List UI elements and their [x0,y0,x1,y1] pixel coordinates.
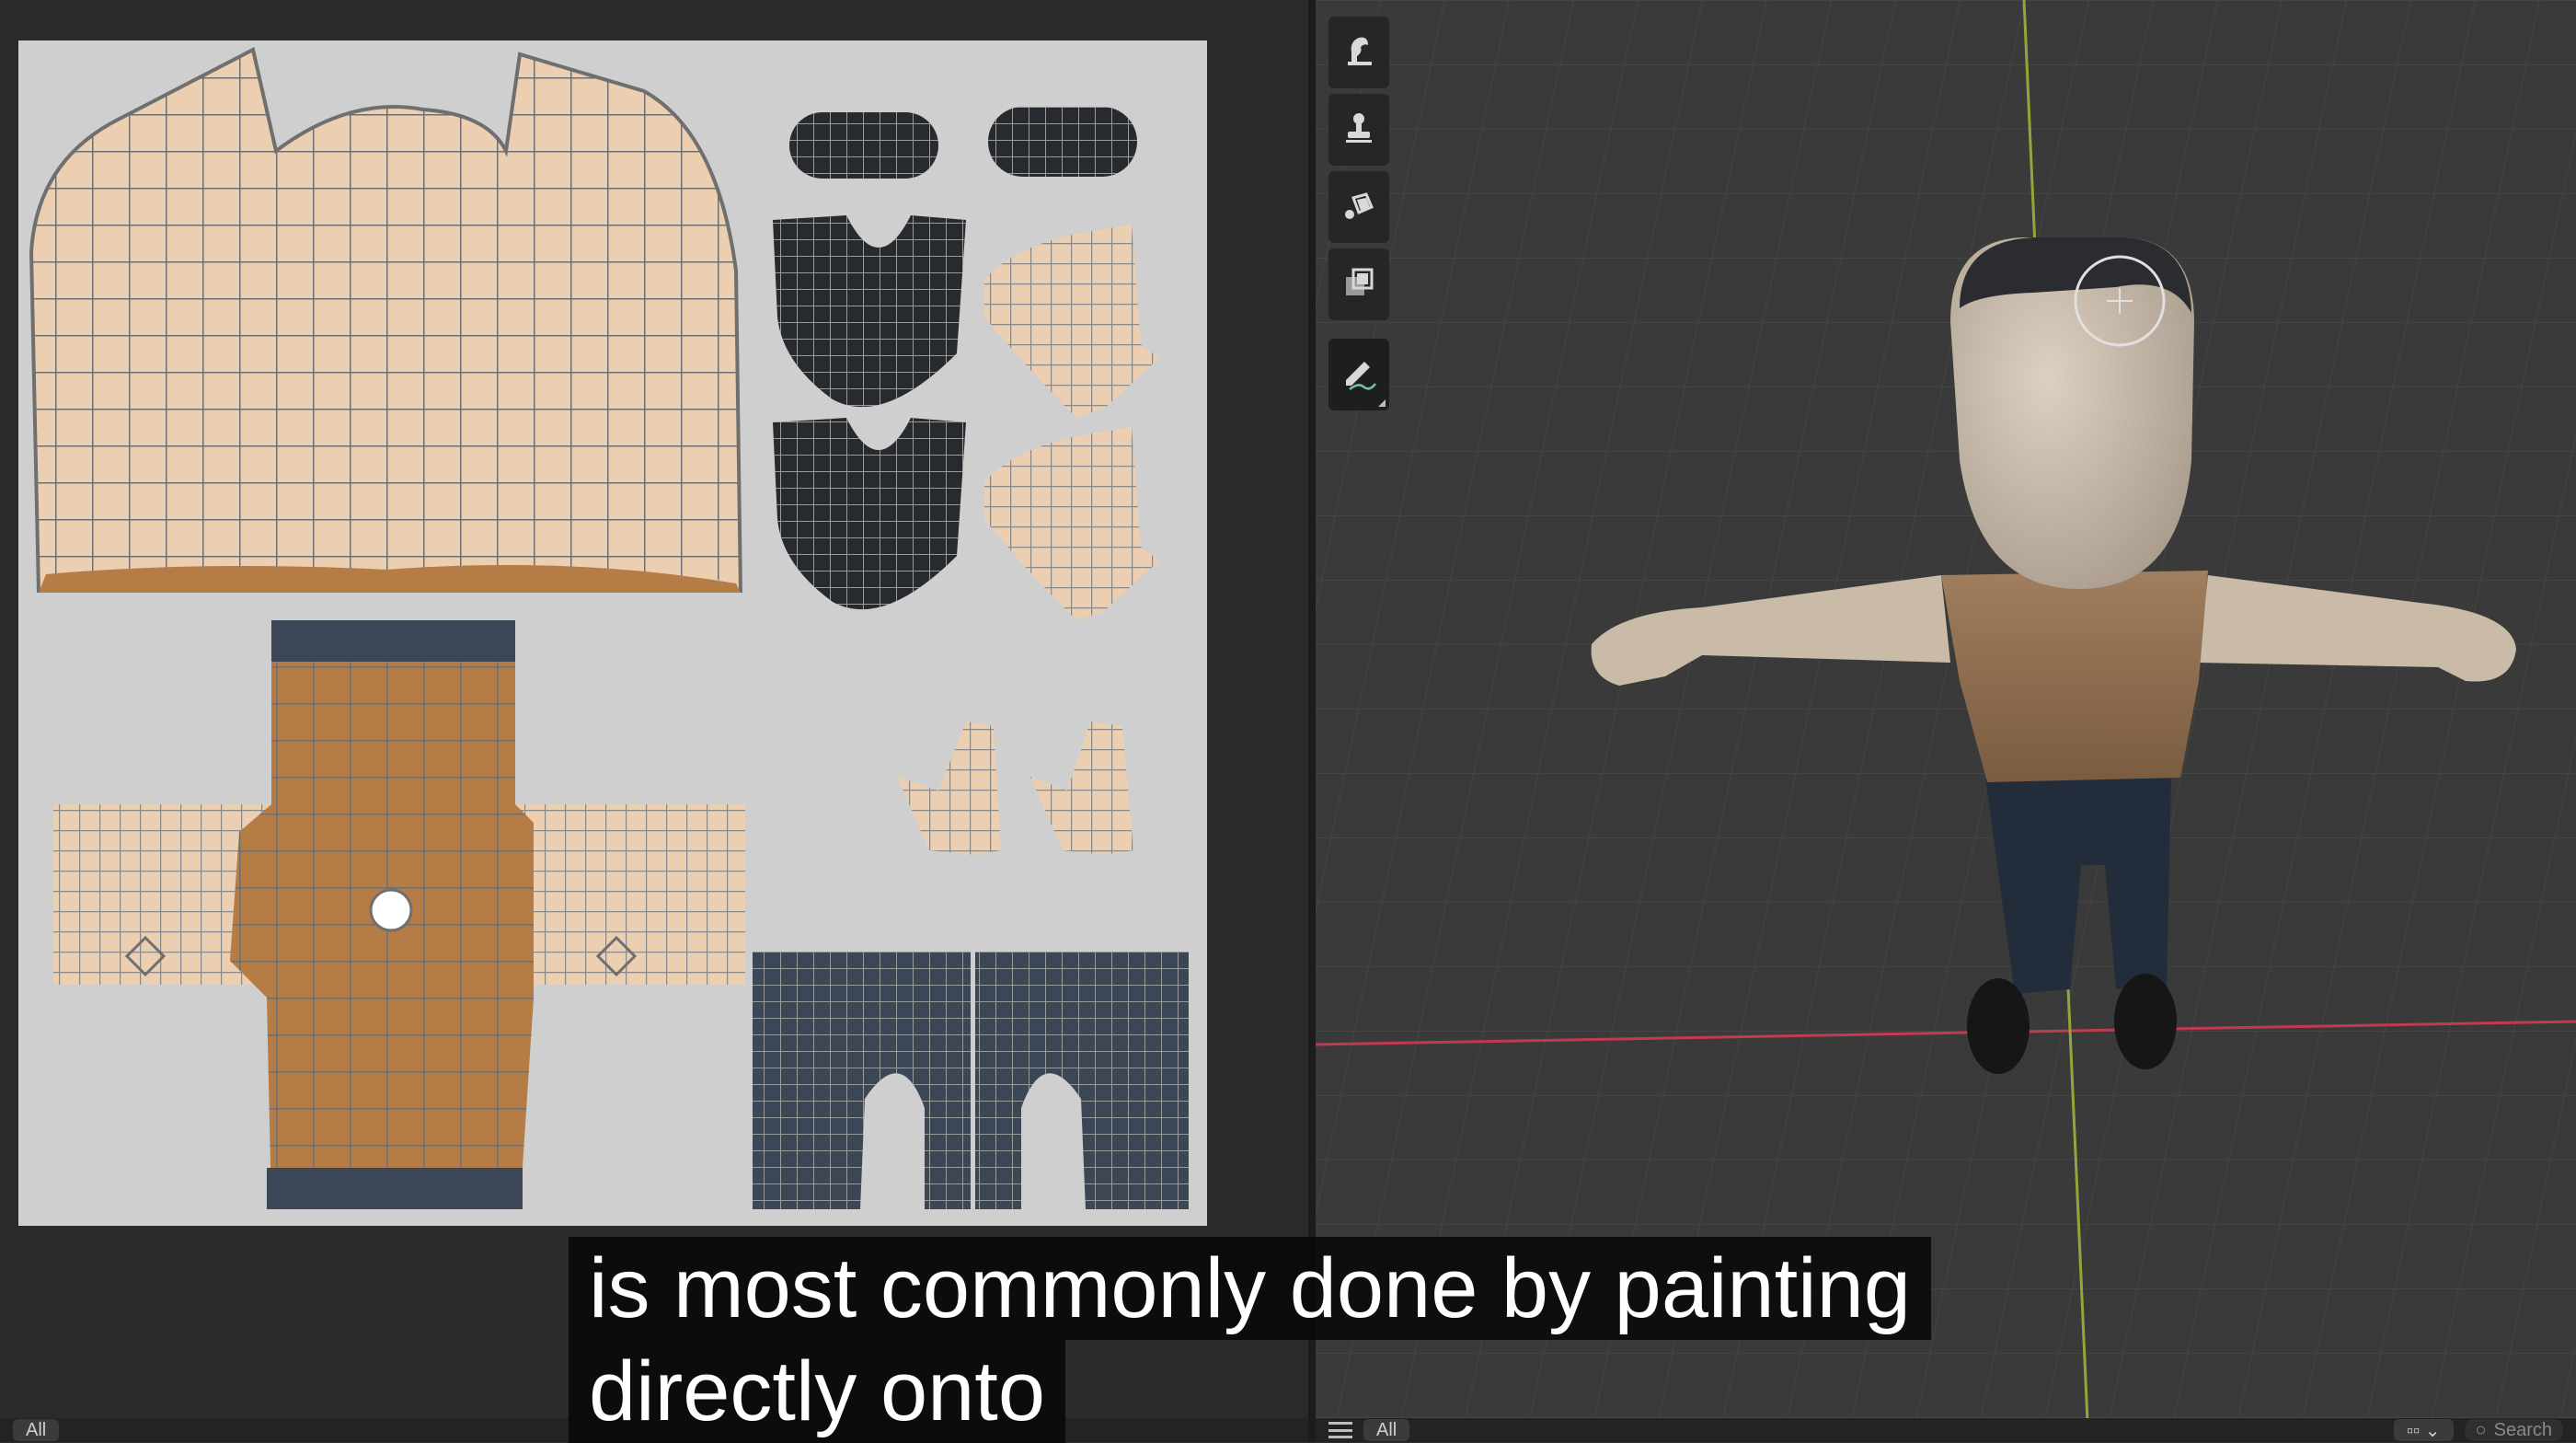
smear-brush-icon [1340,32,1377,74]
texture-paint-toolbar [1328,17,1389,416]
mask-tool-button[interactable] [1328,248,1389,320]
area-divider[interactable] [1308,0,1316,1442]
floor-grid [1316,0,2576,1442]
hamburger-menu-icon[interactable] [1328,1422,1352,1438]
fill-bucket-icon [1340,187,1377,228]
viewport-header-bar: All ▫▫ ⌄ ○ Search [1316,1418,2576,1442]
3d-viewport[interactable] [1316,0,2576,1442]
uv-island-head [29,47,742,594]
uv-island-hands [897,722,1133,855]
subtitle-line-1: is most commonly done by painting [569,1237,1931,1340]
uv-island-pants [753,952,1189,1209]
clone-tool-button[interactable] [1328,94,1389,166]
viewport-filter-mode[interactable]: All [1363,1419,1410,1441]
viewport-scene [1316,0,2576,1442]
grid-layout-icon: ▫▫ ⌄ [2407,1420,2441,1441]
uv-filter-mode[interactable]: All [13,1419,60,1441]
draw-tool-button[interactable] [1328,339,1389,410]
clone-stamp-icon [1340,110,1377,151]
search-placeholder: Search [2493,1419,2552,1440]
layout-toggle-button[interactable]: ▫▫ ⌄ [2394,1419,2454,1441]
uv-layout [29,47,1189,1209]
uv-island-ears [984,225,1159,620]
search-icon: ○ [2475,1419,2487,1440]
uv-island-shirt [53,620,745,1209]
uv-texture-canvas[interactable] [18,40,1207,1226]
viewport-search-field[interactable]: ○ Search [2464,1419,2563,1441]
fill-tool-button[interactable] [1328,171,1389,243]
uv-editor-panel: All [0,0,1308,1442]
smear-tool-button[interactable] [1328,17,1389,88]
mask-icon [1340,264,1377,306]
subtitle-line-2: directly onto [569,1340,1066,1443]
draw-brush-icon [1340,354,1377,396]
